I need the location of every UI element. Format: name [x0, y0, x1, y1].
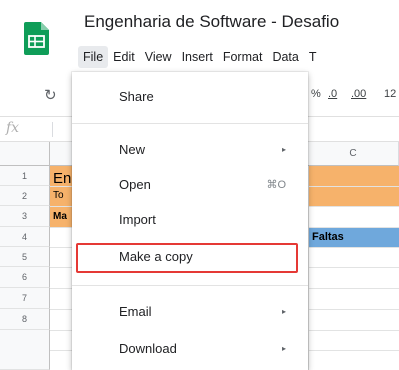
menu-item-download[interactable]: Download ▸ [72, 333, 308, 365]
menu-item-label: Download [119, 341, 177, 356]
menu-item-email[interactable]: Email ▸ [72, 296, 308, 328]
grid-line [308, 166, 309, 370]
fx-icon: fx [6, 120, 20, 136]
submenu-arrow-icon: ▸ [281, 344, 286, 353]
menu-item-label: New [119, 142, 146, 157]
cell-c3[interactable]: Faltas [312, 231, 344, 243]
submenu-arrow-icon: ▸ [281, 307, 286, 316]
menu-item-label: Share [119, 89, 154, 104]
row-header-3[interactable]: 3 [0, 206, 50, 227]
cell-a2[interactable]: To [53, 190, 64, 201]
more-formats-button[interactable]: 12 [384, 88, 396, 100]
row-header-8[interactable]: 8 [0, 309, 50, 330]
menu-item-label: Make a copy [119, 249, 193, 264]
formula-bar-separator [52, 122, 53, 137]
row-header-2[interactable]: 2 [0, 186, 50, 206]
row-header-6[interactable]: 6 [0, 267, 50, 288]
cell-a1[interactable]: En [53, 170, 71, 187]
menu-divider [72, 285, 308, 286]
file-menu-dropdown: Share New ▸ Open ⌘O Import Make a copy E… [72, 72, 308, 370]
menu-item-make-a-copy[interactable]: Make a copy [72, 241, 308, 273]
decrease-decimal-button[interactable]: .0 [328, 88, 337, 100]
menu-item-share[interactable]: Share [72, 81, 308, 113]
menu-item-label: Email [119, 304, 152, 319]
menu-item-label: Open [119, 177, 151, 192]
submenu-arrow-icon: ▸ [281, 145, 286, 154]
column-header-c[interactable]: C [308, 142, 399, 166]
menu-divider [72, 123, 308, 124]
menu-tools-truncated[interactable]: T [304, 46, 322, 68]
menu-edit[interactable]: Edit [108, 46, 140, 68]
row-header-5[interactable]: 5 [0, 247, 50, 267]
menu-file[interactable]: File [78, 46, 109, 68]
google-sheets-icon[interactable] [24, 22, 49, 55]
menu-bar: File Edit View Insert Format Data T [78, 44, 321, 70]
undo-icon[interactable]: ↺ [44, 86, 57, 104]
menu-item-label: Import [119, 212, 156, 227]
open-shortcut: ⌘O [266, 179, 286, 191]
menu-view[interactable]: View [140, 46, 177, 68]
row-header-1[interactable]: 1 [0, 166, 50, 186]
menu-item-new[interactable]: New ▸ [72, 134, 308, 166]
menu-format[interactable]: Format [218, 46, 268, 68]
row-header-blank [0, 330, 50, 370]
document-title[interactable]: Engenharia de Software - Desafio [84, 12, 339, 32]
row-header-4[interactable]: 4 [0, 227, 50, 247]
row-header-7[interactable]: 7 [0, 288, 50, 309]
select-all-corner[interactable] [0, 142, 50, 166]
increase-decimal-button[interactable]: .00 [351, 88, 366, 100]
menu-insert[interactable]: Insert [177, 46, 218, 68]
cell-a3[interactable]: Ma [53, 211, 67, 222]
menu-item-open[interactable]: Open ⌘O [72, 169, 308, 201]
format-percent-button[interactable]: % [311, 88, 321, 100]
menu-item-import[interactable]: Import [72, 204, 308, 236]
menu-data[interactable]: Data [267, 46, 303, 68]
